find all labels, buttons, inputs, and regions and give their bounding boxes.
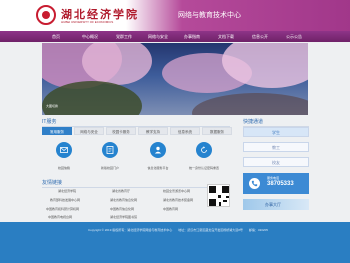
link-item[interactable]: 校园全景游览中心网 [163, 189, 190, 193]
quick-staff-button[interactable]: 教工 [243, 142, 309, 152]
link-item[interactable]: 湖北经济学院图书馆 [110, 215, 137, 219]
service-hotline: 服务电话 38705333 [243, 173, 309, 194]
link-item[interactable]: 湖北省教育信息化网 [110, 198, 137, 202]
nav-item-security[interactable]: 网络与安全 [142, 31, 174, 42]
tab-campus-card[interactable]: 校园卡服务 [106, 127, 136, 135]
site-header: 湖北经济学院 HUBEI UNIVERSITY OF ECONOMICS 网络与… [0, 0, 350, 31]
service-label-info-platform[interactable]: 信息化服务平台 [136, 166, 180, 170]
nav-item-party[interactable]: 党群工作 [108, 31, 140, 42]
main-nav: 首页 中心概况 党群工作 网络与安全 办事指南 文档下载 信息公开 公示公告 [0, 31, 350, 42]
link-item[interactable]: 中国教育信息化网 [110, 207, 134, 211]
nav-item-about[interactable]: 中心概况 [74, 31, 106, 42]
reset-icon[interactable] [196, 142, 212, 158]
footer-copyright: Copyright © 2019 版权所有：湖北经济学院网络与教育技术中心 地址… [88, 228, 268, 232]
banner-caption: 大图切换 [46, 104, 59, 108]
banner-blossom [82, 43, 152, 85]
quick-alumni-button[interactable]: 校友 [243, 157, 309, 167]
person-icon[interactable] [150, 142, 166, 158]
quick-student-button[interactable]: 学生 [243, 127, 309, 137]
nav-item-disclosure[interactable]: 信息公开 [244, 31, 276, 42]
nav-item-downloads[interactable]: 文档下载 [210, 31, 242, 42]
service-label-mail[interactable]: 校园信箱 [42, 166, 86, 170]
link-item[interactable]: 中国教育网 [163, 207, 178, 211]
link-item[interactable]: 中国教育和科研计算机网 [46, 207, 79, 211]
banner-slideshow[interactable]: 大图切换 [42, 43, 308, 115]
portal-icon[interactable] [102, 142, 118, 158]
link-item[interactable]: 湖北省教育厅 [112, 189, 130, 193]
nav-item-notices[interactable]: 公示公告 [278, 31, 310, 42]
service-hall-label: 办事大厅 [265, 202, 281, 207]
hotline-number: 38705333 [267, 181, 294, 187]
quick-access-title: 快捷通道 [243, 119, 310, 127]
site-title: 网络与教育技术中心 [178, 12, 241, 19]
service-label-password-reset[interactable]: 统一身份认证密码重置 [182, 166, 226, 170]
site-footer: Copyright © 2019 版权所有：湖北经济学院网络与教育技术中心 地址… [0, 222, 350, 239]
hotline-label: 服务电话 [267, 176, 280, 180]
link-item[interactable]: 湖北经济学院 [58, 189, 76, 193]
tab-teaching-support[interactable]: 教学支持 [138, 127, 168, 135]
mail-icon[interactable] [56, 142, 72, 158]
nav-item-guide[interactable]: 办事指南 [176, 31, 208, 42]
tab-data-services[interactable]: 数据服务 [202, 127, 232, 135]
school-logo-icon[interactable] [36, 5, 56, 25]
banner-pager[interactable] [289, 107, 304, 115]
tab-info-systems[interactable]: 信息系统 [170, 127, 200, 135]
link-item[interactable]: 湖北省教育技术装备网 [163, 198, 193, 202]
service-label-portal[interactable]: 新版校园门户 [88, 166, 132, 170]
qr-code-icon [207, 184, 230, 207]
school-name-en: HUBEI UNIVERSITY OF ECONOMICS [61, 20, 114, 24]
tab-network-security[interactable]: 网络与安全 [74, 127, 104, 135]
nav-item-home[interactable]: 首页 [40, 31, 72, 42]
footer-band [0, 239, 350, 263]
link-item[interactable]: 教育部科技发展中心网 [50, 198, 80, 202]
links-title: 友情链接 [42, 180, 231, 188]
link-item[interactable]: 中国教育电视台网 [48, 215, 72, 219]
services-title: IT服务 [42, 119, 237, 127]
phone-icon [249, 178, 260, 189]
tab-common-services[interactable]: 常用服务 [42, 127, 72, 135]
service-hall-button[interactable]: 办事大厅 [243, 199, 309, 210]
